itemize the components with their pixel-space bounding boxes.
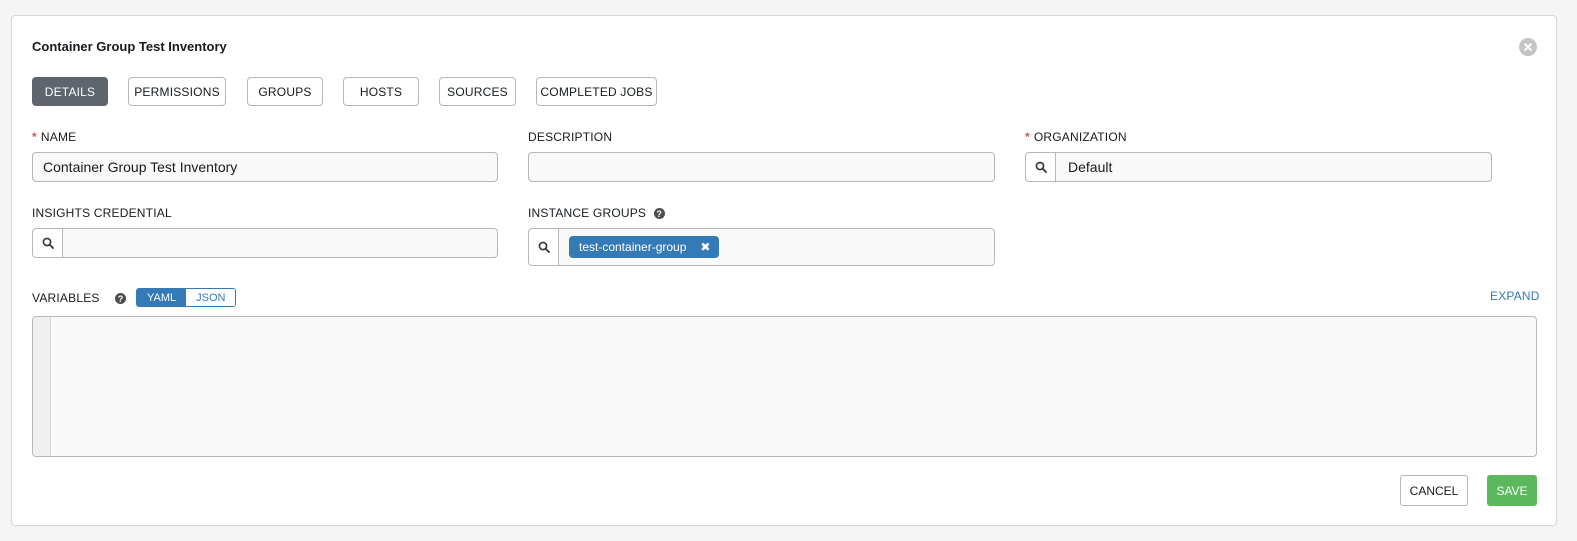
yaml-toggle-button[interactable]: YAML [137,289,187,306]
tab-sources[interactable]: SOURCES [439,77,516,106]
description-label: DESCRIPTION [528,130,613,144]
variables-mode-toggle: YAML JSON [136,288,237,307]
name-value: Container Group Test Inventory [43,159,238,175]
search-icon [1035,161,1047,173]
required-marker: * [32,130,37,144]
instance-groups-lookup[interactable]: test-container-group ✖ [528,228,995,266]
variables-code-editor[interactable] [32,316,1537,457]
name-input[interactable]: Container Group Test Inventory [32,152,498,182]
save-button[interactable]: SAVE [1487,475,1537,506]
instance-group-chip: test-container-group ✖ [569,236,720,258]
variables-label: VARIABLES ? [32,291,127,305]
expand-link[interactable]: EXPAND [1490,289,1540,303]
help-icon[interactable]: ? [115,293,127,305]
required-marker: * [1025,130,1030,144]
help-icon[interactable]: ? [653,208,665,220]
tab-hosts[interactable]: HOSTS [343,77,419,106]
search-icon [42,237,54,249]
insights-credential-label: INSIGHTS CREDENTIAL [32,206,172,220]
cancel-button[interactable]: CANCEL [1400,475,1468,506]
close-icon[interactable] [1519,38,1537,56]
insights-credential-lookup[interactable] [32,228,498,258]
tab-permissions[interactable]: PERMISSIONS [128,77,226,106]
search-icon [538,241,550,253]
instance-groups-label: INSTANCE GROUPS ? [528,206,665,220]
tab-details[interactable]: DETAILS [32,77,108,106]
instance-groups-search-button[interactable] [529,229,559,265]
organization-value: Default [1068,159,1113,175]
description-input[interactable] [528,152,995,182]
insights-credential-value [63,229,497,257]
insights-credential-search-button[interactable] [33,229,63,257]
chip-remove-icon[interactable]: ✖ [700,240,710,254]
name-label: * NAME [32,130,77,144]
organization-search-button[interactable] [1026,153,1056,181]
chip-label: test-container-group [579,240,687,254]
organization-label: * ORGANIZATION [1025,130,1127,144]
editor-gutter [33,317,51,456]
inventory-form-panel: Container Group Test Inventory DETAILS P… [11,15,1557,526]
tab-completed-jobs[interactable]: COMPLETED JOBS [536,77,657,106]
tab-groups[interactable]: GROUPS [247,77,323,106]
json-toggle-button[interactable]: JSON [186,289,236,306]
form-title: Container Group Test Inventory [32,39,227,54]
organization-lookup[interactable]: Default [1025,152,1492,182]
